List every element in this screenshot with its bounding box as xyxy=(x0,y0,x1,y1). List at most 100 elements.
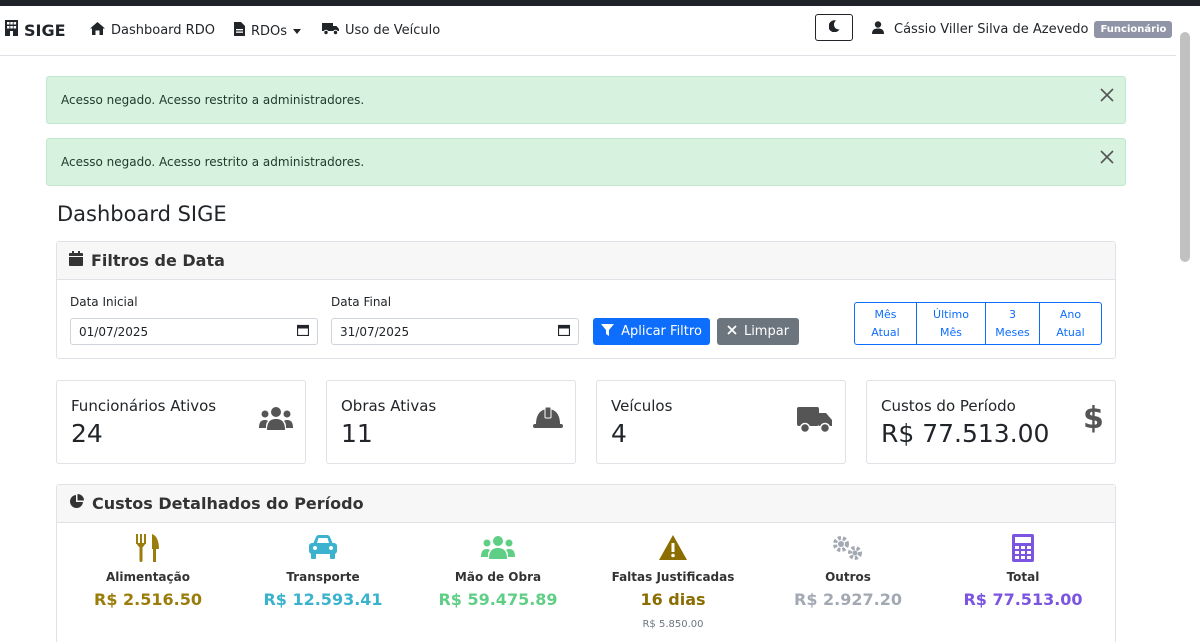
preset-label: Atual xyxy=(871,326,900,339)
date-preset-group: Mês Atual Último Mês 3 Meses Ano Atual xyxy=(854,302,1102,345)
costs-title: Custos Detalhados do Período xyxy=(92,494,364,513)
cost-label: Transporte xyxy=(286,570,360,584)
stat-label: Veículos xyxy=(611,397,673,415)
start-date-value: 01/07/2025 xyxy=(79,324,149,339)
preset-label: Mês xyxy=(874,308,897,321)
alert-text: Acesso negado. Acesso restrito a adminis… xyxy=(61,155,365,169)
calculator-icon xyxy=(938,534,1108,564)
stat-label: Custos do Período xyxy=(881,397,1016,415)
pie-chart-icon xyxy=(69,494,84,513)
hardhat-icon xyxy=(532,405,564,435)
users-icon xyxy=(413,534,583,564)
cost-label: Alimentação xyxy=(106,570,190,584)
filters-card-header: Filtros de Data xyxy=(57,242,1115,280)
calendar-icon[interactable] xyxy=(557,324,571,339)
preset-current-year-button[interactable]: Ano Atual xyxy=(1040,303,1101,344)
filters-title: Filtros de Data xyxy=(91,251,225,270)
apply-filter-button[interactable]: Aplicar Filtro xyxy=(593,318,710,345)
cost-label: Total xyxy=(1006,570,1040,584)
page-title: Dashboard SIGE xyxy=(57,202,227,226)
clear-filter-button[interactable]: Limpar xyxy=(717,318,799,345)
cost-value: 16 dias xyxy=(640,590,706,609)
cost-value: R$ 77.513.00 xyxy=(963,590,1083,609)
cost-item-total: Total R$ 77.513.00 xyxy=(938,534,1108,609)
cost-subvalue: R$ 5.850.00 xyxy=(642,619,704,630)
stat-label: Obras Ativas xyxy=(341,397,437,415)
alert-text: Acesso negado. Acesso restrito a adminis… xyxy=(61,93,365,107)
user-menu[interactable]: Cássio Viller Silva de Azevedo Funcionár… xyxy=(872,21,1189,38)
stat-value: 24 xyxy=(71,419,103,448)
cost-item-absences: Faltas Justificadas 16 dias R$ 5.850.00 xyxy=(588,534,758,630)
stat-value: 11 xyxy=(341,419,373,448)
stat-card-vehicles: Veículos 4 xyxy=(596,380,846,464)
chevron-down-icon xyxy=(293,28,302,34)
stat-value: 4 xyxy=(611,419,627,448)
stat-card-costs: Custos do Período R$ 77.513.00 $ xyxy=(866,380,1116,464)
end-date-input[interactable]: 31/07/2025 xyxy=(331,318,579,345)
nav-dashboard-rdo[interactable]: Dashboard RDO xyxy=(90,22,215,39)
cost-item-food: Alimentação R$ 2.516.50 xyxy=(63,534,233,609)
calendar-icon[interactable] xyxy=(296,324,310,339)
cost-label: Mão de Obra xyxy=(454,570,542,584)
close-icon[interactable] xyxy=(1099,149,1115,165)
preset-current-month-button[interactable]: Mês Atual xyxy=(855,303,917,344)
home-icon xyxy=(90,22,105,39)
end-date-value: 31/07/2025 xyxy=(340,324,410,339)
cost-value: R$ 12.593.41 xyxy=(263,590,383,609)
close-icon xyxy=(727,324,737,339)
preset-label: Meses xyxy=(995,326,1030,339)
stat-card-employees: Funcionários Ativos 24 xyxy=(56,380,306,464)
gears-icon xyxy=(763,534,933,564)
cost-item-labor: Mão de Obra R$ 59.475.89 xyxy=(413,534,583,609)
user-name: Cássio Viller Silva de Azevedo xyxy=(894,22,1089,37)
utensils-icon xyxy=(63,534,233,564)
stat-card-works: Obras Ativas 11 xyxy=(326,380,576,464)
preset-label: 3 xyxy=(1009,308,1016,321)
nav-uso-veiculo-label: Uso de Veículo xyxy=(345,23,441,38)
building-icon xyxy=(5,20,18,40)
file-icon xyxy=(234,22,245,40)
preset-label: Último xyxy=(933,308,969,321)
stat-value: R$ 77.513.00 xyxy=(881,419,1050,448)
apply-filter-label: Aplicar Filtro xyxy=(621,324,702,339)
alert-access-denied: Acesso negado. Acesso restrito a adminis… xyxy=(46,138,1126,186)
end-date-label: Data Final xyxy=(331,295,392,309)
brand[interactable]: SIGE xyxy=(5,20,66,40)
calendar-icon xyxy=(69,251,83,270)
warning-icon xyxy=(588,534,758,564)
preset-label: Mês xyxy=(940,326,962,339)
users-icon xyxy=(259,405,293,437)
scrollbar-thumb[interactable] xyxy=(1180,32,1190,262)
moon-icon xyxy=(827,19,840,36)
nav-rdos-label: RDOs xyxy=(251,23,288,39)
user-icon xyxy=(872,21,884,38)
stat-label: Funcionários Ativos xyxy=(71,397,217,415)
preset-last-month-button[interactable]: Último Mês xyxy=(917,303,986,344)
nav-uso-veiculo[interactable]: Uso de Veículo xyxy=(322,22,440,39)
costs-card-header: Custos Detalhados do Período xyxy=(57,485,1115,523)
alert-access-denied: Acesso negado. Acesso restrito a adminis… xyxy=(46,76,1126,124)
navbar: SIGE Dashboard RDO RDOs Uso de Veículo C… xyxy=(0,6,1200,56)
filter-icon xyxy=(601,323,615,340)
nav-rdos-dropdown[interactable]: RDOs xyxy=(234,22,302,40)
cost-value: R$ 59.475.89 xyxy=(438,590,558,609)
truck-icon xyxy=(797,405,833,439)
start-date-label: Data Inicial xyxy=(70,295,138,309)
cost-item-transport: Transporte R$ 12.593.41 xyxy=(238,534,408,609)
page-scrollbar[interactable] xyxy=(1176,25,1200,642)
brand-label: SIGE xyxy=(24,20,66,40)
theme-toggle-button[interactable] xyxy=(815,14,853,41)
truck-icon xyxy=(322,22,339,39)
preset-label: Ano xyxy=(1059,308,1082,321)
nav-dashboard-rdo-label: Dashboard RDO xyxy=(111,23,215,38)
close-icon[interactable] xyxy=(1099,87,1115,103)
cost-label: Faltas Justificadas xyxy=(611,570,735,584)
preset-3-months-button[interactable]: 3 Meses xyxy=(986,303,1040,344)
clear-filter-label: Limpar xyxy=(743,324,790,339)
preset-label: Atual xyxy=(1056,326,1085,339)
cost-item-others: Outros R$ 2.927.20 xyxy=(763,534,933,609)
cost-label: Outros xyxy=(825,570,871,584)
car-icon xyxy=(238,534,408,564)
start-date-input[interactable]: 01/07/2025 xyxy=(70,318,318,345)
dollar-icon: $ xyxy=(1083,401,1104,436)
